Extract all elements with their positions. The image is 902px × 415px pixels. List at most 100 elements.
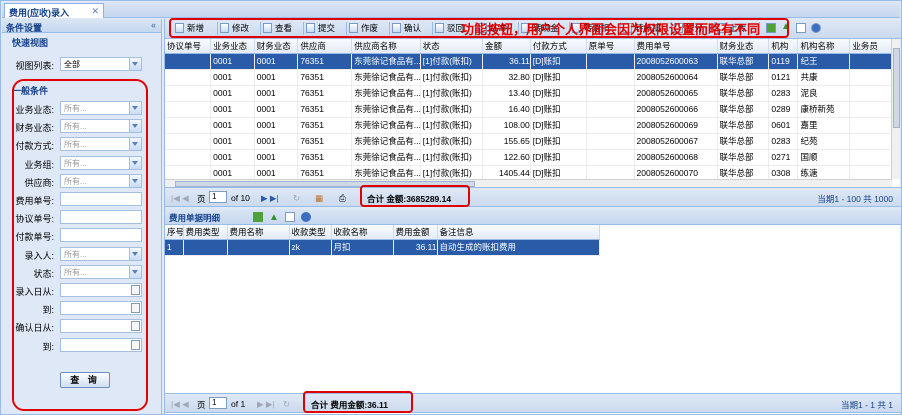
upload-icon[interactable]: ▲ bbox=[269, 212, 279, 223]
page-input[interactable]: 1 bbox=[209, 397, 227, 409]
table-cell: 0001 bbox=[254, 149, 299, 166]
column-header[interactable]: 业务业态 bbox=[210, 39, 255, 54]
table-cell bbox=[165, 149, 212, 166]
calendar-icon[interactable] bbox=[131, 321, 140, 332]
table-cell bbox=[849, 85, 892, 102]
calendar-icon[interactable] bbox=[131, 339, 140, 350]
table-cell: 0001 bbox=[254, 101, 299, 118]
quick-view-title: 快速视图 bbox=[12, 38, 49, 48]
next-page-icon[interactable]: ▶ ▶| bbox=[257, 399, 275, 410]
refresh-icon[interactable]: ↻ bbox=[293, 193, 300, 204]
column-header[interactable]: 费用名称 bbox=[227, 225, 290, 240]
table-row[interactable]: 0001 0001 76351 东莞徐记食品有... [1]付款(账扣) 36.11 [D]… bbox=[165, 53, 892, 70]
calendar-icon[interactable] bbox=[131, 285, 140, 295]
column-header[interactable]: 状态 bbox=[420, 39, 484, 54]
table-cell: 东莞徐记食品有... bbox=[351, 69, 421, 86]
export-icon[interactable]: ▦ bbox=[315, 193, 323, 204]
print-icon[interactable]: ⎙ bbox=[339, 193, 346, 204]
table-cell: 纪苑 bbox=[797, 133, 851, 150]
table-cell: 76351 bbox=[297, 85, 353, 102]
table-row[interactable]: 0001 0001 76351 东莞徐记食品有... [1]付款(账扣) 16.40 [D]… bbox=[165, 101, 892, 118]
table-row[interactable]: 0001 0001 76351 东莞徐记食品有... [1]付款(账扣) 13.40 [D]… bbox=[165, 85, 892, 102]
table-cell: 16.40 bbox=[482, 101, 531, 118]
view-list-select[interactable]: 全部 bbox=[60, 57, 142, 71]
first-page-icon[interactable]: |◀ ◀ bbox=[171, 399, 189, 410]
page-input[interactable]: 1 bbox=[209, 191, 227, 203]
table-cell: 东莞徐记食品有... bbox=[351, 133, 421, 150]
app-window: 费用(应收)录入 ✕ 条件设置 « 快速视图 视图列表: 全部 一般条件 业务业… bbox=[0, 0, 902, 415]
table-cell: 月扣 bbox=[331, 239, 394, 256]
column-header[interactable]: 原单号 bbox=[586, 39, 635, 54]
grid-pager: |◀ ◀ 页 1 of 10 ▶ ▶| ↻ ▦ ⎙ 合计 金额:3685289.… bbox=[165, 185, 901, 207]
table-cell: [D]账扣 bbox=[530, 53, 587, 70]
table-cell bbox=[165, 53, 212, 70]
table-cell: 0001 bbox=[210, 53, 255, 70]
table-cell bbox=[165, 117, 212, 134]
table-cell: 0001 bbox=[210, 69, 255, 86]
collapse-icon[interactable]: « bbox=[151, 20, 156, 30]
help-icon[interactable] bbox=[301, 212, 311, 222]
table-cell: 自动生成的账扣费用 bbox=[437, 239, 600, 256]
help-icon[interactable] bbox=[811, 23, 821, 33]
table-cell bbox=[165, 85, 212, 102]
column-header[interactable]: 备注信息 bbox=[437, 225, 600, 240]
column-header[interactable]: 费用金额 bbox=[393, 225, 438, 240]
page-label: 页 bbox=[197, 194, 206, 204]
column-header[interactable]: 业务员 bbox=[849, 39, 892, 54]
table-cell: 76351 bbox=[297, 133, 353, 150]
table-row[interactable]: 1 zk 月扣 36.11 自动生成的账扣费用 bbox=[165, 239, 600, 256]
column-header[interactable]: 费用类型 bbox=[183, 225, 228, 240]
column-header[interactable]: 付款方式 bbox=[530, 39, 587, 54]
column-header[interactable]: 机构 bbox=[768, 39, 799, 54]
mail-icon[interactable] bbox=[285, 212, 295, 222]
table-row[interactable]: 0001 0001 76351 东莞徐记食品有... [1]付款(账扣) 155.65 [D… bbox=[165, 133, 892, 150]
next-page-icon[interactable]: ▶ ▶| bbox=[261, 193, 279, 204]
column-header[interactable]: 费用单号 bbox=[634, 39, 718, 54]
chevron-down-icon bbox=[132, 269, 138, 274]
horizontal-scrollbar[interactable] bbox=[165, 179, 892, 187]
table-cell: 0001 bbox=[254, 53, 299, 70]
close-icon[interactable]: ✕ bbox=[91, 6, 99, 17]
table-cell: 联华总部 bbox=[717, 69, 770, 86]
table-row[interactable]: 0001 0001 76351 东莞徐记食品有... [1]付款(账扣) 108.00 [D… bbox=[165, 117, 892, 134]
table-cell: 东莞徐记食品有... bbox=[351, 53, 421, 70]
column-header[interactable]: 序号 bbox=[165, 225, 184, 240]
table-cell: [1]付款(账扣) bbox=[420, 133, 484, 150]
column-header[interactable]: 收款类型 bbox=[289, 225, 332, 240]
column-header[interactable]: 协议单号 bbox=[165, 39, 212, 54]
table-cell: 0001 bbox=[254, 133, 299, 150]
column-header[interactable]: 金额 bbox=[482, 39, 531, 54]
table-cell: [1]付款(账扣) bbox=[420, 69, 484, 86]
column-header[interactable]: 供应商 bbox=[297, 39, 353, 54]
table-cell: [1]付款(账扣) bbox=[420, 117, 484, 134]
column-header[interactable]: 供应商名称 bbox=[351, 39, 421, 54]
refresh-icon[interactable]: ↻ bbox=[283, 399, 290, 410]
chevron-down-icon bbox=[132, 251, 138, 256]
table-cell: 1 bbox=[165, 239, 184, 256]
table-cell bbox=[227, 239, 290, 256]
table-cell bbox=[586, 117, 635, 134]
table-cell: 76351 bbox=[297, 101, 353, 118]
column-header[interactable]: 财务业态 bbox=[717, 39, 770, 54]
calendar-icon[interactable] bbox=[131, 303, 140, 314]
column-header[interactable]: 财务业态 bbox=[254, 39, 299, 54]
first-page-icon[interactable]: |◀ ◀ bbox=[171, 193, 189, 204]
column-header[interactable]: 收款名称 bbox=[331, 225, 394, 240]
table-cell: 76351 bbox=[297, 69, 353, 86]
table-row[interactable]: 0001 0001 76351 东莞徐记食品有... [1]付款(账扣) 122.60 [D… bbox=[165, 149, 892, 166]
tab-fee-entry[interactable]: 费用(应收)录入 ✕ bbox=[4, 3, 104, 18]
export-excel-icon[interactable] bbox=[253, 212, 263, 222]
mail-icon[interactable] bbox=[796, 23, 806, 33]
table-cell: 2008052600068 bbox=[634, 149, 718, 166]
toolbar: 新增 修改 查看 提交 作废 确认 驳回 红冲 转现金 转票扣 转帐扣 拆分 上传 ▲ 功能按钮，用户个人… bbox=[165, 18, 901, 39]
table-cell: 联华总部 bbox=[717, 149, 770, 166]
vertical-scrollbar[interactable] bbox=[891, 39, 900, 179]
table-cell: 2008052600064 bbox=[634, 69, 718, 86]
table-cell: 2008052600065 bbox=[634, 85, 718, 102]
table-cell: 0283 bbox=[768, 85, 799, 102]
table-row[interactable]: 0001 0001 76351 东莞徐记食品有... [1]付款(账扣) 32.80 [D]… bbox=[165, 69, 892, 86]
column-header[interactable]: 机构名称 bbox=[797, 39, 851, 54]
table-cell: 东莞徐记食品有... bbox=[351, 117, 421, 134]
table-cell: 国顺 bbox=[797, 149, 851, 166]
table-cell: [D]账扣 bbox=[530, 69, 587, 86]
